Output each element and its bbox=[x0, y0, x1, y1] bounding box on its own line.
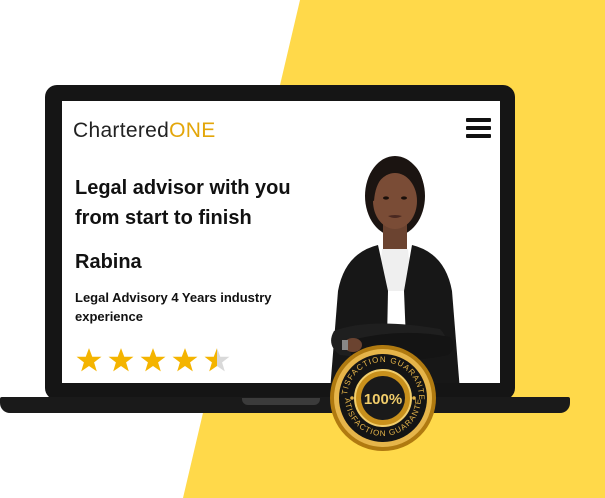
hamburger-menu-icon[interactable] bbox=[466, 118, 491, 140]
star-icon bbox=[204, 348, 230, 372]
advisor-description: Legal Advisory 4 Years industry experien… bbox=[75, 290, 272, 324]
brand-logo-part1: Chartered bbox=[73, 119, 170, 142]
satisfaction-guarantee-badge: SATISFACTION GUARANTEE SATISFACTION GUAR… bbox=[329, 344, 436, 451]
star-icon bbox=[76, 348, 102, 372]
star-icon bbox=[140, 348, 166, 372]
badge-center-text: 100% bbox=[364, 391, 402, 408]
advisor-name: Rabina bbox=[75, 251, 142, 273]
hero-headline: Legal advisor with you from start to fin… bbox=[75, 177, 291, 229]
brand-logo-part2: ONE bbox=[169, 119, 216, 142]
brand-logo[interactable]: CharteredONE bbox=[73, 119, 216, 143]
laptop-trackpad-notch bbox=[242, 398, 320, 405]
star-icon bbox=[172, 348, 198, 372]
star-icon bbox=[108, 348, 134, 372]
laptop-screen: CharteredONE Legal advisor with you from… bbox=[62, 101, 500, 383]
